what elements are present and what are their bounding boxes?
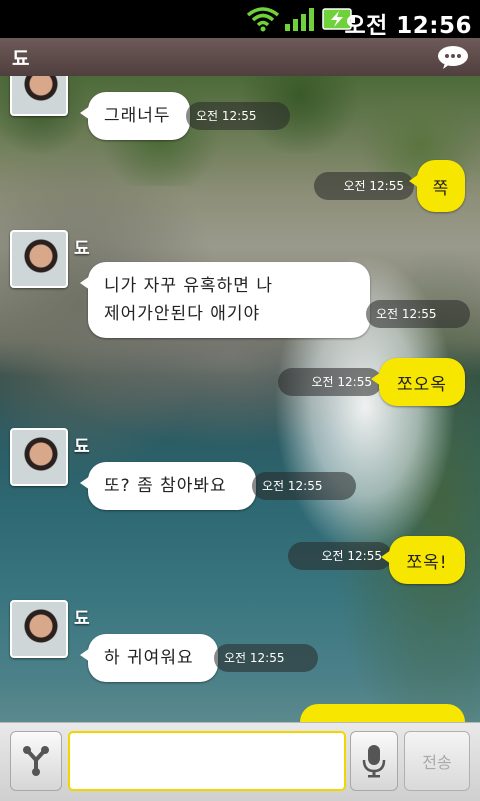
message-time: 오전 12:55 (278, 368, 382, 396)
send-button[interactable]: 전송 (404, 731, 470, 791)
message-text: 쪽 (432, 178, 450, 199)
avatar[interactable] (10, 76, 68, 116)
chat-area[interactable]: 그래너두 오전 12:55 오전 12:55 쪽 됴 니가 자꾸 유혹하면 나 … (0, 76, 480, 726)
sender-name: 됴 (74, 609, 90, 629)
message-text-line: 니가 자꾸 유혹하면 나 (104, 276, 273, 296)
avatar[interactable] (10, 428, 68, 486)
incoming-message-bubble[interactable]: 또? 좀 참아봐요 (80, 462, 256, 510)
avatar[interactable] (10, 600, 68, 658)
message-text-line: 제어가안된다 애기야 (104, 304, 261, 324)
incoming-message-bubble[interactable]: 그래너두 (80, 92, 190, 140)
status-clock: 오전 12:56 (344, 13, 472, 39)
chat-header: 됴 (0, 38, 480, 77)
chat-title: 됴 (12, 48, 30, 70)
message-input-bar: 전송 (0, 722, 480, 801)
outgoing-message-bubble[interactable]: 쪼오옥 (371, 358, 465, 406)
avatar[interactable] (10, 230, 68, 288)
share-button[interactable] (10, 731, 62, 791)
message-text: 또? 좀 참아봐요 (104, 476, 227, 496)
sender-name: 됴 (74, 239, 90, 259)
message-time: 오전 12:55 (366, 300, 470, 328)
outgoing-message-bubble[interactable]: 쪽 (409, 160, 465, 212)
wifi-icon (246, 7, 280, 32)
message-time: 오전 12:55 (288, 542, 392, 570)
chat-menu-icon[interactable] (436, 44, 470, 70)
message-time: 오전 12:55 (252, 472, 356, 500)
message-text: 쪼오옥 (397, 374, 447, 395)
share-icon (23, 746, 49, 776)
incoming-message-bubble[interactable]: 니가 자꾸 유혹하면 나 제어가안된다 애기야 (80, 262, 370, 338)
outgoing-message-bubble[interactable]: 쪼옥! (381, 536, 465, 584)
message-time: 오전 12:55 (186, 102, 290, 130)
message-time: 오전 12:55 (214, 644, 318, 672)
signal-icon (285, 8, 314, 31)
message-input[interactable] (68, 731, 346, 791)
microphone-icon (362, 745, 386, 778)
message-text: 하 귀여워요 (104, 648, 194, 668)
voice-input-button[interactable] (350, 731, 398, 791)
status-bar: 오전 12:56 (0, 0, 480, 39)
message-text: 쪼옥! (406, 552, 448, 573)
sender-name: 됴 (74, 437, 90, 457)
message-time: 오전 12:55 (314, 172, 414, 200)
incoming-message-bubble[interactable]: 하 귀여워요 (80, 634, 218, 682)
message-text: 그래너두 (104, 106, 171, 126)
chat-background-foliage (0, 76, 480, 186)
